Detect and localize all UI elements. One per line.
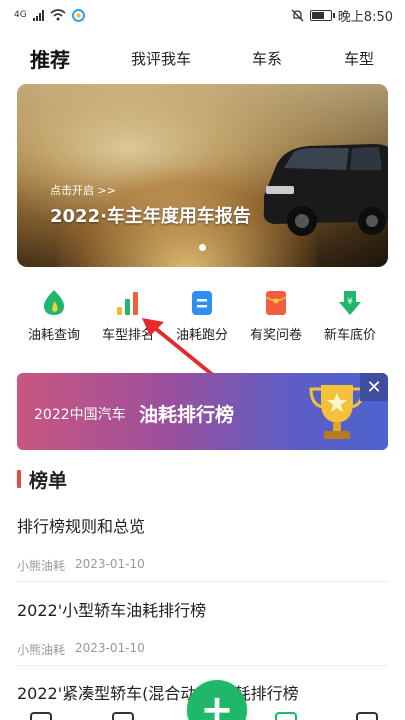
- quick-link-fuel-query[interactable]: 油耗查询: [16, 288, 92, 343]
- price-down-icon: ¥: [335, 288, 365, 318]
- article-title: 2022'小型轿车油耗排行榜: [17, 601, 207, 620]
- wifi-icon: [50, 9, 66, 21]
- promo-year: 2022中国汽车: [34, 407, 126, 423]
- top-nav: 推荐 我评我车 车系 车型: [0, 38, 405, 78]
- article-title: 排行榜规则和总览: [17, 517, 146, 536]
- home-tab-icon[interactable]: [30, 712, 52, 720]
- tab-car-model[interactable]: 车型: [344, 48, 374, 69]
- section-header: 榜单: [17, 467, 68, 492]
- mute-bell-icon: [291, 9, 304, 21]
- status-time: 晚上8:50: [337, 9, 393, 25]
- bar-chart-icon: [113, 288, 143, 318]
- section-accent-bar: [17, 470, 21, 488]
- report-banner[interactable]: 点击开启 >> 2022·车主年度用车报告: [17, 84, 388, 267]
- battery-icon: [309, 9, 335, 21]
- status-bar: 4G 晚上8:50: [0, 0, 405, 30]
- tab-car-series[interactable]: 车系: [252, 48, 282, 69]
- list-divider: [17, 665, 388, 666]
- svg-text:¥: ¥: [347, 297, 353, 307]
- article-source: 小熊油耗: [17, 559, 66, 573]
- document-icon: [187, 288, 217, 318]
- profile-tab-icon[interactable]: [356, 712, 378, 720]
- banner-title: 2022·车主年度用车报告: [50, 206, 251, 227]
- quick-link-label: 油耗查询: [27, 328, 80, 343]
- article-source: 小熊油耗: [17, 643, 66, 657]
- app-notification-icon: [71, 8, 85, 22]
- quick-link-label: 新车底价: [323, 328, 376, 343]
- list-tab-icon[interactable]: [112, 712, 134, 720]
- promo-title: 油耗排行榜: [139, 404, 235, 426]
- article-date: 2023-01-10: [75, 641, 145, 655]
- signal-icon: [32, 9, 44, 21]
- article-item[interactable]: 排行榜规则和总览 小熊油耗 2023-01-10: [17, 513, 388, 574]
- quick-link-new-car-price[interactable]: ¥ 新车底价: [312, 288, 388, 343]
- network-type: 4G: [14, 9, 27, 20]
- article-date: 2023-01-10: [75, 557, 145, 571]
- status-right: 晚上8:50: [291, 6, 393, 25]
- banner-pagination: [17, 244, 388, 251]
- article-meta: 小熊油耗 2023-01-10: [17, 557, 388, 574]
- tab-my-review[interactable]: 我评我车: [131, 48, 191, 69]
- tab-recommend[interactable]: 推荐: [30, 44, 70, 73]
- drop-icon: [39, 288, 69, 318]
- fuel-ranking-promo[interactable]: 2022中国汽车 油耗排行榜 ✕: [17, 373, 388, 450]
- section-title: 榜单: [29, 469, 68, 492]
- suv-image: [263, 144, 388, 236]
- trophy-icon: [309, 385, 365, 439]
- article-item[interactable]: 2022'小型轿车油耗排行榜 小熊油耗 2023-01-10: [17, 597, 388, 658]
- quick-link-survey[interactable]: 有奖问卷: [238, 288, 314, 343]
- list-divider: [17, 581, 388, 582]
- article-meta: 小熊油耗 2023-01-10: [17, 641, 388, 658]
- banner-subtitle: 点击开启 >>: [50, 184, 116, 197]
- promo-close-button[interactable]: ✕: [360, 373, 388, 401]
- status-left: 4G: [14, 8, 85, 22]
- quick-link-label: 有奖问卷: [249, 328, 302, 343]
- banner-dot: [199, 244, 206, 251]
- red-envelope-icon: [261, 288, 291, 318]
- message-tab-icon[interactable]: [275, 712, 297, 720]
